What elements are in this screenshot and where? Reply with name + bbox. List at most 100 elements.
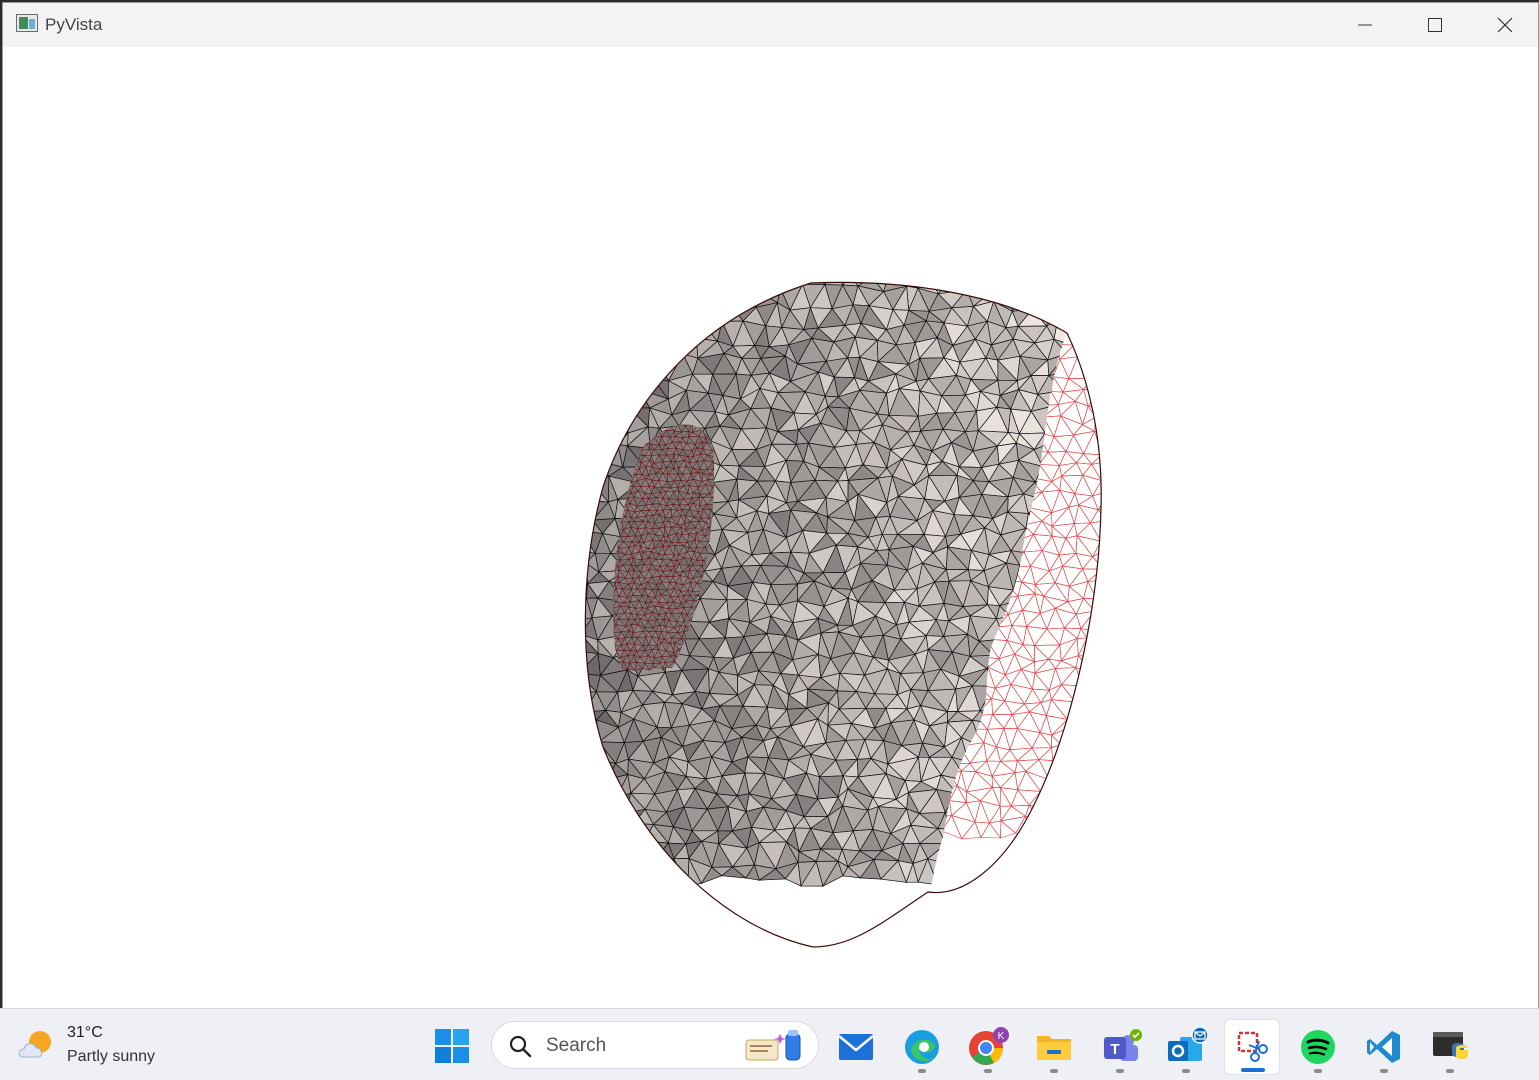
mesh-triangle: [1076, 715, 1100, 734]
mesh-triangle: [1068, 669, 1096, 695]
mesh-triangle: [1028, 790, 1048, 810]
running-indicator: [984, 1069, 992, 1073]
mesh-triangle: [1058, 867, 1067, 878]
taskbar-app-chrome[interactable]: K: [960, 1019, 1016, 1075]
weather-temperature: 31°C: [67, 1024, 103, 1041]
weather-widget[interactable]: 31°C Partly sunny: [16, 1021, 186, 1069]
mesh-triangle: [1054, 777, 1070, 794]
mesh-triangle: [1067, 777, 1095, 794]
mesh-triangle: [960, 762, 977, 773]
mesh-triangle: [585, 561, 589, 584]
taskbar-app-snipping-tool[interactable]: [1224, 1019, 1280, 1075]
mesh-triangle: [1041, 535, 1060, 556]
mesh-triangle: [597, 321, 627, 337]
mesh-triangle: [635, 306, 659, 322]
mesh-triangle: [1106, 422, 1119, 433]
mesh-triangle: [1004, 653, 1022, 676]
mesh-triangle: [986, 713, 1005, 730]
render-viewport[interactable]: [3, 47, 1538, 1008]
taskbar-app-file-explorer[interactable]: [1026, 1019, 1082, 1075]
mesh-triangle: [1110, 802, 1120, 821]
mesh-triangle: [936, 864, 969, 887]
mesh-triangle: [1056, 779, 1067, 797]
title-bar[interactable]: PyVista: [3, 3, 1538, 47]
start-button[interactable]: [433, 1027, 471, 1065]
mesh-triangle: [1077, 637, 1101, 657]
taskbar-app-vscode[interactable]: [1356, 1019, 1412, 1075]
close-button[interactable]: [1470, 3, 1539, 47]
mesh-triangle: [671, 292, 692, 308]
mesh-triangle: [983, 742, 998, 762]
mesh-triangle: [1077, 345, 1089, 361]
taskbar-app-teams[interactable]: T: [1092, 1019, 1148, 1075]
mesh-triangle: [974, 799, 990, 824]
taskbar-app-edge[interactable]: [894, 1019, 950, 1075]
mesh-triangle: [594, 850, 609, 865]
mesh-triangle: [1093, 787, 1102, 807]
mesh-triangle: [992, 673, 1019, 689]
mesh-triangle: [1110, 747, 1127, 764]
mesh-triangle: [1094, 416, 1102, 435]
taskbar-app-python[interactable]: [1422, 1019, 1478, 1075]
mesh-triangle: [656, 341, 684, 364]
mesh-triangle: [1034, 740, 1050, 763]
mesh-triangle: [632, 407, 637, 412]
taskbar-search[interactable]: Search: [491, 1021, 819, 1069]
mesh-triangle: [1065, 814, 1083, 837]
minimize-button[interactable]: [1330, 3, 1400, 47]
mesh-triangle: [613, 435, 614, 445]
mesh-render[interactable]: [3, 47, 1538, 1008]
mesh-triangle: [615, 425, 626, 433]
mesh-triangle: [1000, 815, 1027, 834]
mesh-triangle: [682, 337, 699, 359]
mesh-triangle: [1086, 637, 1102, 657]
mesh-triangle: [1118, 595, 1135, 614]
maximize-button[interactable]: [1400, 3, 1470, 47]
mesh-triangle: [1099, 358, 1102, 373]
mesh-triangle: [1111, 662, 1126, 675]
mesh-triangle: [1004, 683, 1026, 705]
mesh-triangle: [589, 779, 618, 799]
mesh-triangle: [1118, 727, 1134, 749]
taskbar-app-outlook[interactable]: [1158, 1019, 1214, 1075]
mesh-triangle: [602, 436, 611, 444]
mesh-triangle: [987, 658, 1006, 676]
mesh-triangle: [1018, 857, 1045, 882]
mesh-triangle: [589, 794, 618, 811]
mesh-triangle: [1039, 607, 1056, 630]
spotify-icon: [1301, 1030, 1335, 1064]
mesh-triangle: [1032, 533, 1053, 552]
mesh-triangle: [1081, 822, 1102, 838]
taskbar-app-spotify[interactable]: [1290, 1019, 1346, 1075]
mesh-triangle: [1068, 789, 1089, 808]
mesh-triangle: [1014, 770, 1027, 791]
mesh-triangle: [622, 407, 632, 415]
mesh-triangle: [602, 442, 611, 450]
mesh-triangle: [1102, 821, 1113, 837]
mesh-triangle: [1003, 713, 1018, 729]
mesh-triangle: [1048, 644, 1062, 662]
mesh-triangle: [632, 839, 651, 866]
mesh-triangle: [1058, 707, 1067, 722]
mesh-triangle: [1010, 683, 1033, 705]
mesh-triangle: [1053, 415, 1075, 438]
mesh-triangle: [1052, 721, 1067, 747]
mesh-triangle: [1116, 787, 1133, 803]
mesh-triangle: [956, 791, 979, 817]
mesh-triangle: [1068, 580, 1089, 599]
mesh-triangle: [1118, 476, 1131, 494]
mesh-triangle: [1025, 759, 1050, 781]
mesh-triangle: [1016, 747, 1040, 762]
mesh-triangle: [690, 304, 709, 330]
mesh-triangle: [1049, 820, 1067, 837]
mesh-triangle: [1057, 808, 1078, 822]
mesh-triangle: [1041, 550, 1060, 572]
mesh-triangle: [585, 415, 601, 434]
mesh-triangle: [1029, 549, 1050, 572]
mesh-triangle: [733, 282, 749, 296]
mesh-triangle: [1022, 625, 1035, 646]
taskbar-app-mail[interactable]: [828, 1019, 884, 1075]
mesh-triangle: [1093, 775, 1102, 791]
mesh-triangle: [586, 395, 602, 417]
mesh-triangle: [986, 746, 1001, 762]
